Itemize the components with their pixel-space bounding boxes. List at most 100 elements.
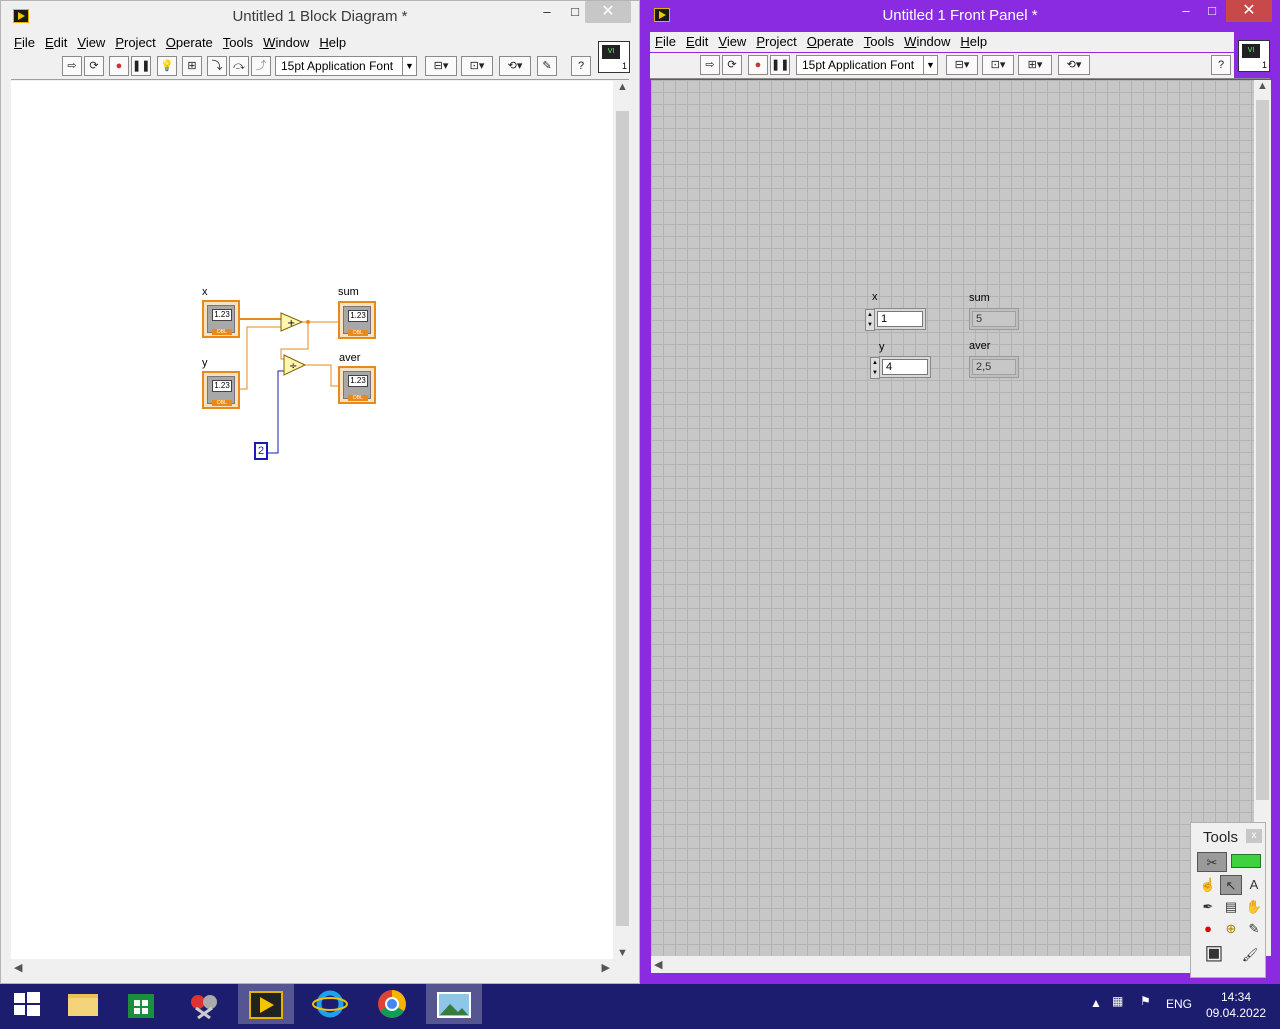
step-out-icon[interactable]: ⤴ — [251, 56, 271, 76]
titlebar[interactable]: Untitled 1 Block Diagram * – □ ✕ — [1, 1, 639, 33]
aver-indicator-terminal[interactable]: 1.23 DBL — [338, 366, 376, 404]
retain-wire-values-icon[interactable]: ⊞ — [182, 56, 202, 76]
x-control-terminal[interactable]: 1.23 DBL — [202, 300, 240, 338]
resize-objects-icon[interactable]: ⊞▾ — [1018, 55, 1052, 75]
menu-window[interactable]: Window — [899, 32, 955, 52]
clean-up-diagram-icon[interactable]: ✎ — [537, 56, 557, 76]
run-arrow-icon[interactable]: ⇨ — [62, 56, 82, 76]
front-panel-canvas[interactable]: x ▲ ▼ 1 y ▲ ▼ 4 sum 5 aver 2,5 — [651, 80, 1254, 956]
menu-operate[interactable]: Operate — [161, 33, 218, 53]
block-diagram-canvas[interactable]: + ÷ x 1.23 DBL y 1.23 DBL sum 1.23 DBL a… — [11, 81, 613, 959]
automatic-tool-selection-icon[interactable]: ✂ — [1197, 852, 1227, 872]
divide-function[interactable]: ÷ — [283, 354, 307, 376]
action-center-flag-icon[interactable]: ⚑ — [1140, 994, 1151, 1008]
menu-file[interactable]: File — [650, 32, 681, 52]
close-button[interactable]: ✕ — [1226, 0, 1272, 22]
wire-divide-to-aver[interactable] — [304, 364, 341, 387]
menu-edit[interactable]: Edit — [40, 33, 72, 53]
align-objects-icon[interactable]: ⊟▾ — [946, 55, 978, 75]
horizontal-scrollbar[interactable]: ◀ — [651, 956, 1191, 973]
menu-edit[interactable]: Edit — [681, 32, 713, 52]
scroll-thumb[interactable] — [1256, 100, 1269, 800]
store-icon[interactable] — [112, 984, 168, 1024]
set-color-icon[interactable]: ▣ — [1199, 943, 1229, 971]
scroll-down-icon[interactable]: ▼ — [617, 947, 628, 959]
object-shortcut-menu-icon[interactable]: ▤ — [1220, 897, 1242, 917]
run-continuously-icon[interactable]: ⟳ — [722, 55, 742, 75]
wire-const-to-divide[interactable] — [268, 370, 285, 454]
wire-y-to-add[interactable] — [240, 326, 281, 390]
titlebar[interactable]: Untitled 1 Front Panel * – □ ✕ — [640, 0, 1280, 32]
step-over-icon[interactable]: ⤼ — [229, 56, 249, 76]
scroll-left-icon[interactable]: ◀ — [14, 961, 22, 974]
breakpoint-icon[interactable]: ● — [1197, 919, 1219, 939]
snipping-tool-icon[interactable] — [176, 984, 232, 1024]
x-value-field[interactable]: 1 — [877, 311, 923, 327]
menu-tools[interactable]: Tools — [859, 32, 899, 52]
menu-view[interactable]: View — [713, 32, 751, 52]
run-arrow-icon[interactable]: ⇨ — [700, 55, 720, 75]
font-select[interactable]: 15pt Application Font ▼ — [796, 55, 938, 75]
step-into-icon[interactable]: ⤵ — [207, 56, 227, 76]
context-help-icon[interactable]: ? — [571, 56, 591, 76]
get-color-icon[interactable]: ✎ — [1243, 919, 1265, 939]
highlight-execution-icon[interactable]: 💡 — [157, 56, 177, 76]
pause-icon[interactable]: ❚❚ — [770, 55, 790, 75]
vertical-scrollbar[interactable]: ▲ ▼ — [614, 81, 631, 959]
menu-project[interactable]: Project — [751, 32, 801, 52]
file-explorer-icon[interactable] — [56, 984, 112, 1024]
scroll-up-icon[interactable]: ▲ — [1257, 80, 1268, 92]
add-function[interactable]: + — [280, 312, 304, 332]
scroll-right-icon[interactable]: ▶ — [602, 961, 610, 974]
font-select[interactable]: 15pt Application Font ▼ — [275, 56, 417, 76]
show-hidden-icons-icon[interactable]: ▲ — [1090, 996, 1102, 1010]
menu-view[interactable]: View — [72, 33, 110, 53]
minimize-button[interactable]: – — [1172, 0, 1200, 22]
x-numeric-control[interactable]: ▲ ▼ 1 — [865, 308, 926, 331]
align-objects-icon[interactable]: ⊟▾ — [425, 56, 457, 76]
menu-operate[interactable]: Operate — [802, 32, 859, 52]
pause-icon[interactable]: ❚❚ — [131, 56, 151, 76]
internet-explorer-icon[interactable] — [302, 984, 358, 1024]
probe-data-icon[interactable]: ⊕ — [1220, 919, 1242, 939]
abort-icon[interactable]: ● — [109, 56, 129, 76]
close-icon[interactable]: x — [1246, 829, 1262, 843]
menu-project[interactable]: Project — [110, 33, 160, 53]
menu-help[interactable]: Help — [314, 33, 351, 53]
horizontal-scrollbar[interactable]: ◀ ▶ — [11, 959, 613, 976]
menu-file[interactable]: File — [9, 33, 40, 53]
network-icon[interactable]: ▦ — [1112, 994, 1123, 1008]
brush-icon[interactable]: 🖌 — [1239, 945, 1261, 965]
windows-start-icon[interactable] — [0, 984, 56, 1024]
menu-window[interactable]: Window — [258, 33, 314, 53]
scroll-left-icon[interactable]: ◀ — [654, 958, 662, 971]
aver-numeric-indicator[interactable]: 2,5 — [969, 356, 1019, 378]
increment-decrement-icon[interactable]: ▲ ▼ — [865, 309, 875, 331]
edit-text-icon[interactable]: A — [1243, 875, 1265, 895]
increment-decrement-icon[interactable]: ▲ ▼ — [870, 357, 880, 379]
minimize-button[interactable]: – — [533, 1, 561, 23]
maximize-button[interactable]: □ — [1198, 0, 1226, 22]
reorder-icon[interactable]: ⟲▾ — [1058, 55, 1090, 75]
close-button[interactable]: ✕ — [585, 1, 631, 23]
y-control-terminal[interactable]: 1.23 DBL — [202, 371, 240, 409]
sum-indicator-terminal[interactable]: 1.23 DBL — [338, 301, 376, 339]
y-numeric-control[interactable]: ▲ ▼ 4 — [870, 356, 931, 379]
reorder-icon[interactable]: ⟲▾ — [499, 56, 531, 76]
language-indicator[interactable]: ENG — [1166, 997, 1192, 1011]
connect-wire-icon[interactable]: ✒ — [1197, 897, 1219, 917]
context-help-icon[interactable]: ? — [1211, 55, 1231, 75]
sum-numeric-indicator[interactable]: 5 — [969, 308, 1019, 330]
scroll-up-icon[interactable]: ▲ — [617, 81, 628, 93]
clock-time[interactable]: 14:34 — [1221, 990, 1251, 1004]
menu-help[interactable]: Help — [955, 32, 992, 52]
vi-icon[interactable]: VI 1 — [598, 41, 630, 73]
labview-taskbar-icon[interactable] — [238, 984, 294, 1024]
auto-tool-led-icon[interactable] — [1231, 854, 1261, 868]
y-value-field[interactable]: 4 — [882, 359, 928, 375]
distribute-objects-icon[interactable]: ⊡▾ — [461, 56, 493, 76]
photo-viewer-icon[interactable] — [426, 984, 482, 1024]
menu-tools[interactable]: Tools — [218, 33, 258, 53]
vi-icon[interactable]: VI 1 — [1238, 40, 1270, 72]
operate-value-icon[interactable]: ☝ — [1197, 875, 1219, 895]
